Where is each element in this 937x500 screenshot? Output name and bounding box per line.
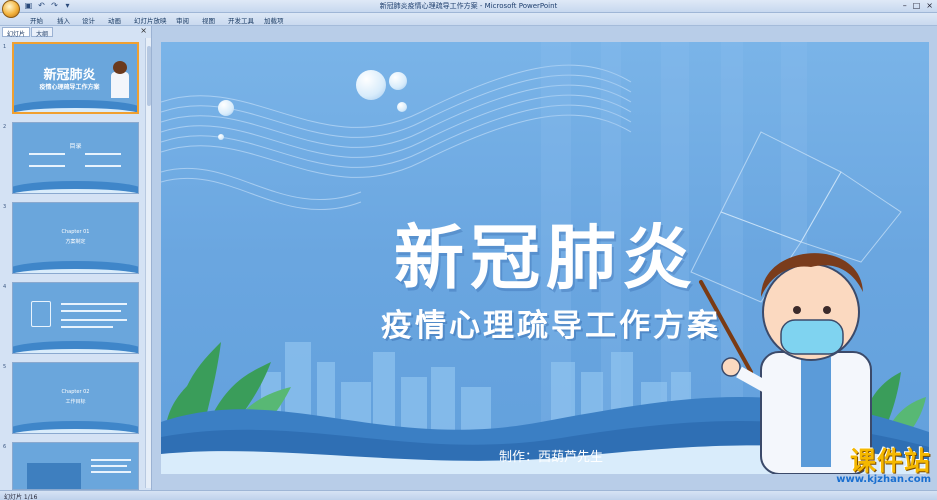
tab-view[interactable]: 视图	[202, 15, 215, 25]
thumbnail-number: 6	[3, 444, 7, 450]
tab-insert[interactable]: 插入	[57, 15, 70, 25]
people-image	[27, 463, 81, 489]
maximize-icon[interactable]: □	[913, 1, 921, 11]
toc-line	[29, 153, 65, 155]
slide-thumbnail-6[interactable]	[12, 442, 139, 490]
slide-editing-area: 新冠肺炎 疫情心理疏导工作方案 制作：西葫芦先生	[152, 26, 937, 490]
scrollbar-thumb[interactable]	[147, 46, 151, 106]
slide-author[interactable]: 制作：西葫芦先生	[461, 446, 641, 465]
thumbnail-number: 2	[3, 124, 7, 130]
doctor-head	[113, 61, 127, 74]
thumbnail-wave	[13, 349, 138, 353]
thumbnail-wave	[13, 269, 138, 273]
tab-design[interactable]: 设计	[82, 15, 95, 25]
text-line	[91, 465, 127, 467]
slide-thumbnail-5[interactable]: Chapter 02 工作目标	[12, 362, 139, 434]
thumbnail-number: 1	[3, 44, 7, 50]
thumbnail-subtitle: 工作目标	[65, 399, 86, 405]
window-title: 新冠肺炎疫情心理疏导工作方案 - Microsoft PowerPoint	[379, 2, 558, 10]
thumbnail-subtitle: 方案制定	[65, 239, 86, 245]
thumbnail-scrollbar[interactable]	[145, 38, 151, 488]
slide-title[interactable]: 新冠肺炎	[351, 202, 741, 303]
thumbnail-number: 3	[3, 204, 7, 210]
tab-addins[interactable]: 加载项	[264, 15, 284, 25]
slide-thumbnail-4[interactable]	[12, 282, 139, 354]
toc-line	[85, 153, 121, 155]
ribbon-tabs: 开始 插入 设计 动画 幻灯片放映 审阅 视图 开发工具 加载项	[0, 13, 937, 26]
slide-canvas[interactable]: 新冠肺炎 疫情心理疏导工作方案 制作：西葫芦先生	[161, 42, 929, 474]
decorative-bubble	[218, 134, 224, 140]
decorative-bubble	[397, 102, 407, 112]
tab-slideshow[interactable]: 幻灯片放映	[134, 15, 167, 25]
tab-developer[interactable]: 开发工具	[228, 15, 254, 25]
toc-line	[29, 165, 65, 167]
office-button[interactable]	[2, 0, 20, 18]
thumbnail-title: 目录	[69, 143, 82, 150]
thumbnail-number: 4	[3, 284, 7, 290]
text-line	[61, 326, 113, 328]
close-icon[interactable]: ×	[926, 1, 933, 11]
tab-slides[interactable]: 幻灯片	[2, 27, 31, 38]
thumbnail-list: 1 新冠肺炎 疫情心理疏导工作方案 2 目录 3 Chapter 01 方案制定	[0, 38, 146, 490]
slide-subtitle[interactable]: 疫情心理疏导工作方案	[341, 300, 761, 345]
thumbnail-wave	[13, 189, 138, 193]
tab-outline[interactable]: 大纲	[31, 27, 54, 38]
thumbnail-wave	[14, 108, 137, 112]
doctor-figure	[111, 72, 129, 98]
text-line	[61, 303, 127, 305]
slide-thumbnail-2[interactable]: 目录	[12, 122, 139, 194]
pane-tabs: 幻灯片 大纲	[2, 27, 54, 38]
text-line	[61, 319, 127, 321]
toc-line	[85, 165, 121, 167]
slide-thumbnail-1[interactable]: 新冠肺炎 疫情心理疏导工作方案	[12, 42, 139, 114]
tab-home[interactable]: 开始	[30, 15, 43, 25]
tab-animations[interactable]: 动画	[108, 15, 121, 25]
pane-close-icon[interactable]: ×	[140, 26, 147, 35]
thumbnail-number: 5	[3, 364, 7, 370]
thumbnail-wave	[13, 429, 138, 433]
slides-pane: 幻灯片 大纲 × 1 新冠肺炎 疫情心理疏导工作方案 2 目录 3 Chapte…	[0, 26, 152, 490]
slide-thumbnail-3[interactable]: Chapter 01 方案制定	[12, 202, 139, 274]
watermark-brand: 课件站	[849, 447, 931, 477]
decorative-bubble	[218, 100, 234, 116]
text-line	[91, 459, 131, 461]
minimize-icon[interactable]: –	[903, 1, 907, 11]
title-bar: ▣ ↶ ↷ ▾ 新冠肺炎疫情心理疏导工作方案 - Microsoft Power…	[0, 0, 937, 18]
watermark-url: www.kjzhan.com	[836, 474, 931, 485]
tab-review[interactable]: 审阅	[176, 15, 189, 25]
decorative-bubble	[356, 70, 386, 100]
text-line	[61, 310, 121, 312]
site-watermark: 课件站 www.kjzhan.com	[836, 448, 931, 485]
window-controls: – □ ×	[903, 1, 933, 11]
thumbnail-title: Chapter 02	[61, 389, 90, 395]
thumbnail-title: Chapter 01	[61, 229, 90, 235]
clipboard-icon	[31, 301, 51, 327]
decorative-bubble	[389, 72, 407, 90]
slide-counter: 幻灯片 1/16	[4, 494, 38, 500]
status-bar: 幻灯片 1/16	[0, 490, 937, 500]
text-line	[91, 471, 131, 473]
